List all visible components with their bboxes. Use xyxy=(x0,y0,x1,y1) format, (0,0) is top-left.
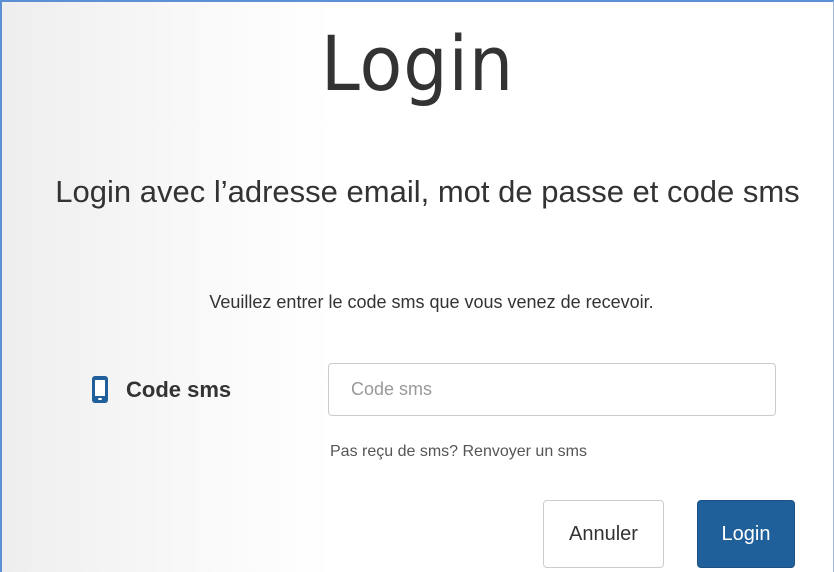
login-panel: Login Login avec l’adresse email, mot de… xyxy=(0,0,834,572)
login-button[interactable]: Login xyxy=(697,500,795,568)
resend-sms-link[interactable]: Pas reçu de sms? Renvoyer un sms xyxy=(330,443,587,461)
mobile-phone-icon xyxy=(90,375,112,405)
sms-field-label-text: Code sms xyxy=(126,377,232,402)
sms-code-input[interactable] xyxy=(328,363,776,416)
sms-field-label: Code sms xyxy=(90,370,231,410)
cancel-button[interactable]: Annuler xyxy=(543,500,664,568)
login-subtitle: Login avec l’adresse email, mot de passe… xyxy=(55,174,800,209)
sms-instruction: Veuillez entrer le code sms que vous ven… xyxy=(209,292,654,312)
page-title: Login xyxy=(320,19,515,108)
